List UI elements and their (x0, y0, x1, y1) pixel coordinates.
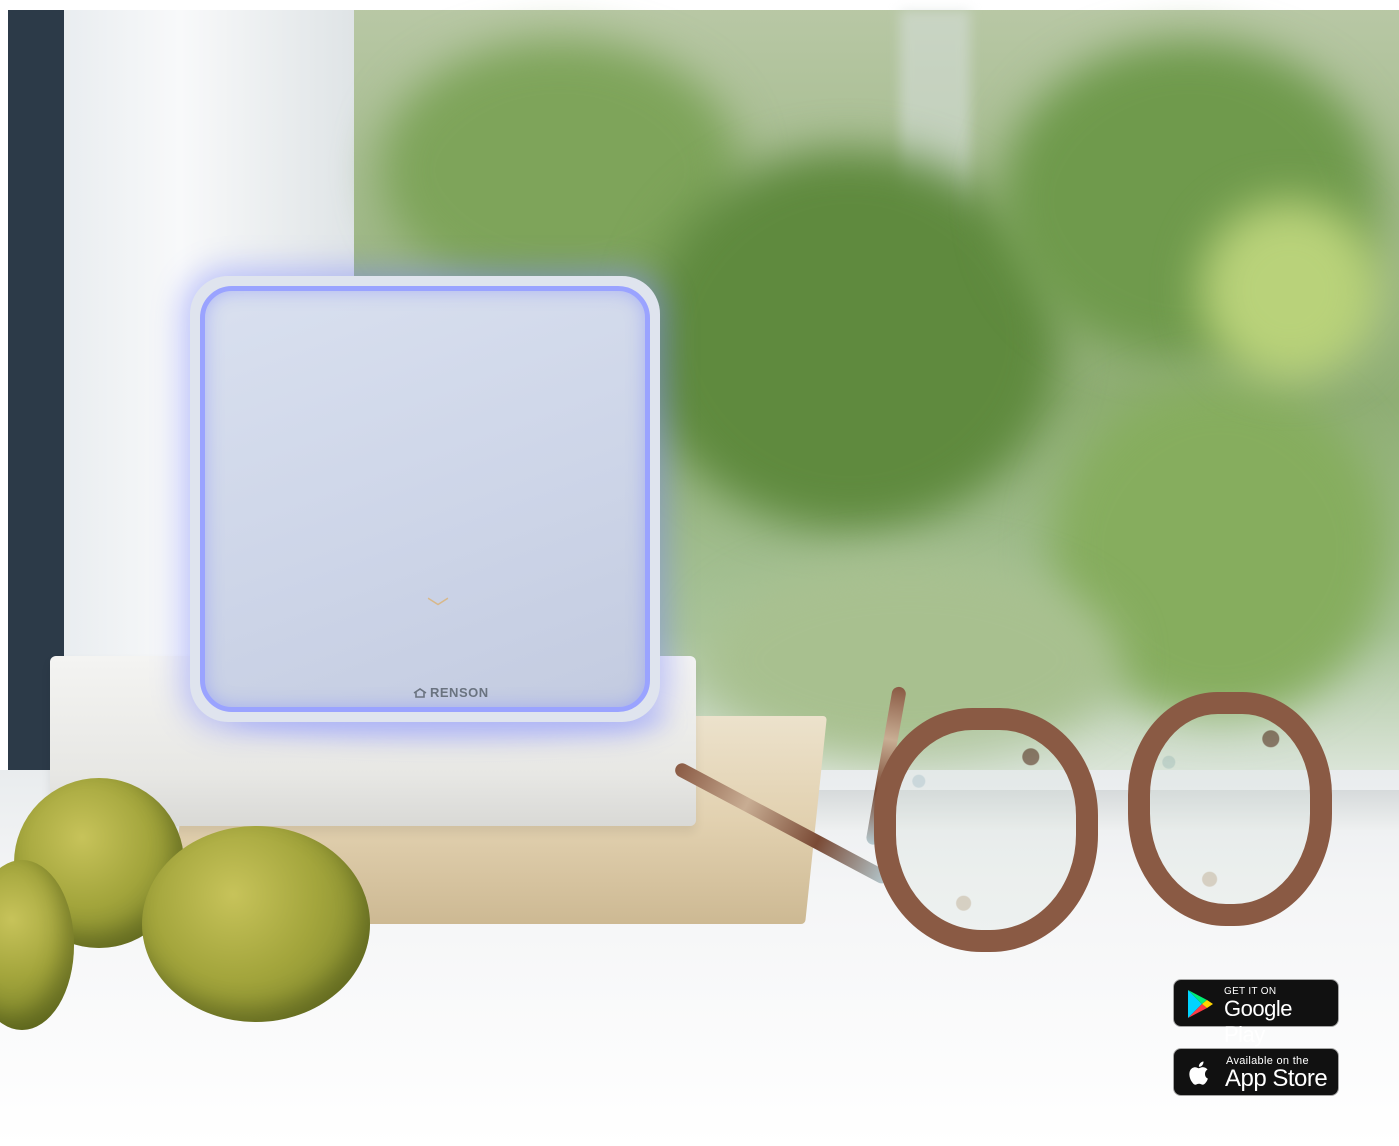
lens-pattern (1128, 692, 1332, 926)
air-quality-sensor-device: ﹀ RENSON (190, 276, 660, 722)
photo-border-top (8, 0, 1399, 10)
foliage-bokeh (640, 150, 1060, 530)
house-icon (413, 688, 427, 698)
green-plum (142, 826, 370, 1022)
google-play-badge[interactable]: GET IT ON Google Play (1173, 979, 1339, 1047)
google-play-icon (1188, 990, 1213, 1018)
app-store-big-text: App Store (1225, 1065, 1328, 1092)
apple-icon (1189, 1061, 1208, 1085)
foliage-bokeh (1200, 200, 1380, 380)
product-photo: ﹀ RENSON (0, 0, 1399, 1146)
google-play-big-text: Google Play (1224, 996, 1292, 1047)
device-brand-logo: RENSON (413, 685, 489, 700)
brand-name: RENSON (430, 685, 489, 700)
device-face: ﹀ RENSON (200, 286, 650, 712)
lens-pattern (874, 708, 1098, 952)
chevron-down-icon: ﹀ (427, 597, 450, 622)
glasses-lens-right (1128, 692, 1332, 926)
app-store-badge[interactable]: Available on the App Store (1173, 1048, 1339, 1096)
glasses-lens-left (874, 708, 1098, 952)
